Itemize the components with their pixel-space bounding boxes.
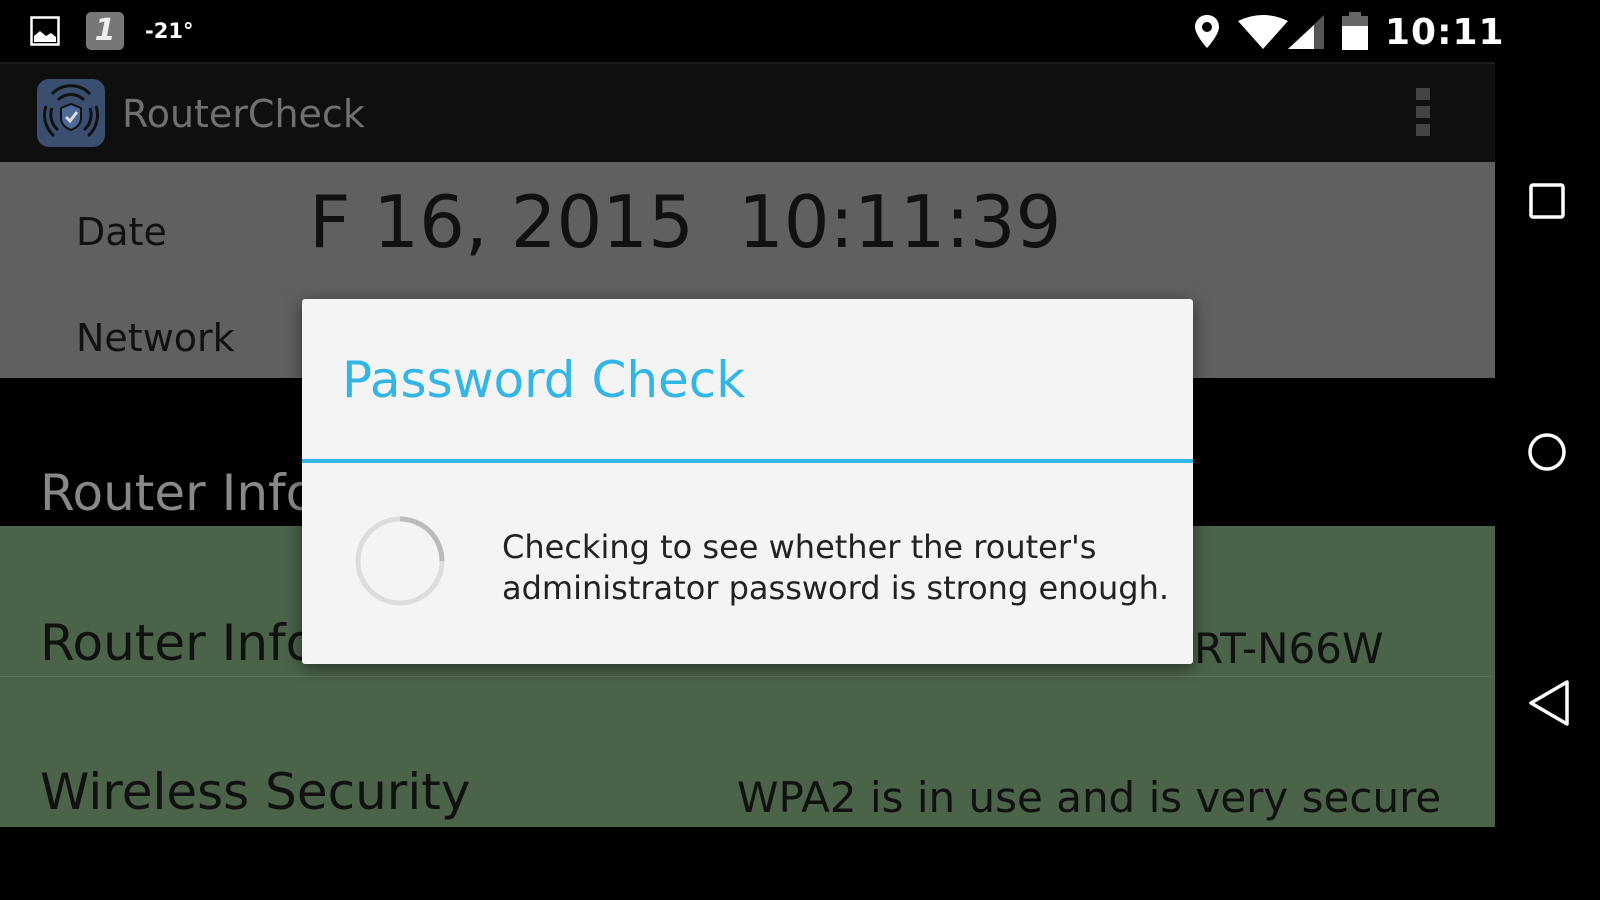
row-label: Router Info <box>40 614 317 672</box>
clock: 10:11 <box>1385 12 1505 53</box>
image-icon <box>30 16 60 46</box>
temperature: -21° <box>145 19 194 43</box>
message-line: administrator password is strong enough. <box>502 569 1170 607</box>
navigation-bar <box>1495 62 1600 900</box>
row-value: WPA2 is in use and is very secure <box>737 773 1442 822</box>
status-bar: 1 -21° 10:11 <box>0 0 1600 62</box>
app-bar: RouterCheck <box>0 62 1495 162</box>
dialog-message: Checking to see whether the router's adm… <box>502 527 1169 609</box>
loading-spinner-icon <box>355 516 445 606</box>
overflow-menu-icon[interactable] <box>1416 88 1430 140</box>
section-title: Router Info <box>40 464 317 522</box>
date-label: Date <box>76 210 167 254</box>
battery-icon <box>1342 12 1368 50</box>
location-icon <box>1195 15 1219 48</box>
home-icon[interactable] <box>1526 431 1568 473</box>
row-value: RT-N66W <box>1194 624 1384 673</box>
password-check-dialog: Password Check Checking to see whether t… <box>302 299 1193 664</box>
message-line: Checking to see whether the router's <box>502 528 1097 566</box>
recents-icon[interactable] <box>1528 182 1566 220</box>
network-label: Network <box>76 316 235 360</box>
date-value: F 16, 2015 <box>309 180 694 264</box>
row-label: Wireless Security <box>40 763 471 821</box>
dialog-divider <box>302 459 1193 463</box>
time-value: 10:11:39 <box>738 180 1062 264</box>
app-notification-icon: 1 <box>86 12 124 50</box>
cell-signal-icon <box>1288 15 1324 49</box>
wifi-icon <box>1238 15 1288 49</box>
back-icon[interactable] <box>1527 678 1571 728</box>
list-item[interactable]: Wireless Security WPA2 is in use and is … <box>0 677 1495 827</box>
app-title: RouterCheck <box>122 92 365 136</box>
app-logo-icon <box>37 79 105 147</box>
dialog-title: Password Check <box>342 351 746 409</box>
